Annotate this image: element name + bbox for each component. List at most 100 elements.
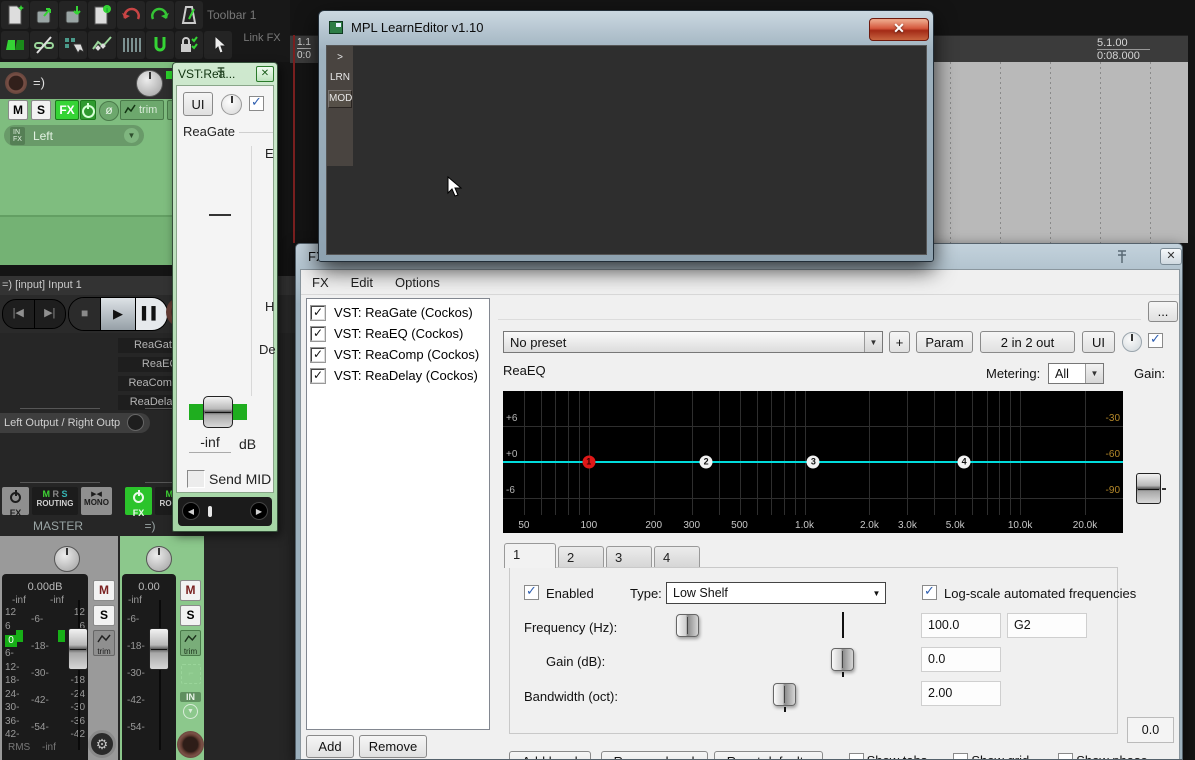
- fx-enabled-checkbox[interactable]: ✓: [310, 304, 326, 321]
- pointer-button[interactable]: [204, 31, 232, 59]
- record-arm-button[interactable]: [5, 72, 27, 94]
- track-fx-button[interactable]: FX: [125, 487, 152, 518]
- master-mono-button[interactable]: ▶◀ MONO: [81, 487, 112, 515]
- fx-enabled-checkbox[interactable]: ✓: [310, 346, 326, 363]
- band-tab-4[interactable]: 4: [654, 546, 700, 567]
- scroll-right-icon[interactable]: ▶: [250, 502, 268, 520]
- master-volume-fader[interactable]: [68, 628, 88, 670]
- band-enabled-checkbox[interactable]: ✓: [524, 585, 539, 600]
- close-button[interactable]: ✕: [869, 18, 929, 41]
- ui-button[interactable]: UI: [1082, 331, 1115, 353]
- master-trim-button[interactable]: trim: [93, 630, 115, 656]
- eq-band-handle[interactable]: 2: [699, 455, 713, 469]
- fx-chain-list[interactable]: ✓ VST: ReaGate (Cockos) ✓ VST: ReaEQ (Cocko…: [306, 298, 490, 730]
- master-strip-label[interactable]: MASTER: [10, 519, 106, 533]
- save-preset-button[interactable]: +: [889, 331, 910, 353]
- wet-dry-knob[interactable]: [1122, 332, 1142, 352]
- fx-chain-item[interactable]: ✓ VST: ReaComp (Cockos): [307, 344, 489, 365]
- eq-band-handle[interactable]: 1: [582, 455, 596, 469]
- grid-edit-button[interactable]: [59, 31, 87, 59]
- metronome-button[interactable]: [175, 1, 203, 29]
- master-settings-button[interactable]: ⚙: [88, 730, 116, 758]
- track-pan-knob[interactable]: [146, 546, 172, 572]
- redo-button[interactable]: [146, 1, 174, 29]
- solo-button[interactable]: S: [31, 100, 51, 120]
- grid-button[interactable]: [117, 31, 145, 59]
- save-project-button[interactable]: [59, 1, 87, 29]
- chevron-down-icon[interactable]: ▼: [1085, 364, 1103, 383]
- fx-chain-item[interactable]: ✓ VST: ReaEQ (Cockos): [307, 323, 489, 344]
- log-scale-checkbox[interactable]: ✓: [922, 585, 937, 600]
- master-volume-readout[interactable]: 0.00dB: [2, 581, 88, 593]
- scroll-thumb[interactable]: [208, 506, 212, 517]
- ripple-edit-button[interactable]: [30, 31, 58, 59]
- output-route-row[interactable]: Left Output / Right Outp: [0, 413, 150, 433]
- fx-bypass-button[interactable]: [80, 100, 96, 120]
- fx-button[interactable]: FX: [55, 100, 79, 120]
- previous-button[interactable]: |◀: [3, 300, 35, 328]
- fx-enabled-checkbox[interactable]: ✓: [310, 367, 326, 384]
- project-info-button[interactable]: i: [88, 1, 116, 29]
- send-knob[interactable]: [127, 414, 144, 431]
- show-grid-checkbox[interactable]: [953, 753, 969, 759]
- close-button[interactable]: ✕: [1160, 248, 1182, 265]
- more-button[interactable]: ...: [1148, 301, 1178, 322]
- channel-row[interactable]: IN FX Left ▼: [4, 125, 144, 146]
- track-volume-knob[interactable]: [136, 70, 163, 97]
- master-routing-button[interactable]: M R S ROUTING: [32, 487, 78, 515]
- mpl-titlebar[interactable]: MPL LearnEditor v1.10 ✕: [319, 11, 933, 45]
- band-gain-value-field[interactable]: 0.0: [921, 647, 1001, 672]
- media-item-button[interactable]: [1, 31, 29, 59]
- master-mute-button[interactable]: M: [93, 580, 115, 601]
- show-tabs-checkbox[interactable]: [848, 753, 864, 759]
- menu-options[interactable]: Options: [395, 275, 440, 290]
- track-env-button[interactable]: ⌐: [181, 664, 201, 684]
- filter-type-combo[interactable]: Low Shelf ▼: [666, 582, 886, 604]
- track-input-button[interactable]: IN ▼: [180, 692, 201, 728]
- lock-button[interactable]: [175, 31, 203, 59]
- gate-level-slider[interactable]: [203, 396, 233, 428]
- link-fx-button[interactable]: Link FX: [242, 33, 282, 44]
- track-record-arm-button[interactable]: [177, 731, 204, 758]
- preset-combo[interactable]: No preset ▼: [503, 331, 883, 353]
- menu-edit[interactable]: Edit: [351, 275, 373, 290]
- metering-combo[interactable]: All ▼: [1048, 363, 1104, 384]
- send-midi-checkbox[interactable]: [187, 470, 205, 488]
- stop-button[interactable]: ■: [69, 298, 101, 330]
- trim-envelope-button[interactable]: trim: [120, 100, 164, 120]
- plugin-enabled-checkbox[interactable]: ✓: [249, 96, 264, 111]
- eq-graph[interactable]: +6 +0 -6 -30 -60 -90 50 100 200 300 500 1.0k 2.0k 3.0…: [503, 391, 1123, 533]
- add-band-button[interactable]: Add band: [509, 751, 591, 759]
- mpl-sidebar-mod[interactable]: MOD: [328, 90, 352, 108]
- band-gain-slider[interactable]: [831, 648, 854, 671]
- fx-enabled-checkbox[interactable]: ✓: [1148, 333, 1163, 348]
- new-project-button[interactable]: [1, 1, 29, 29]
- master-pan-knob[interactable]: [54, 546, 80, 572]
- io-button[interactable]: 2 in 2 out: [980, 331, 1075, 353]
- band-tab-2[interactable]: 2: [558, 546, 604, 567]
- master-fx-button[interactable]: FX: [2, 487, 29, 518]
- reset-defaults-button[interactable]: Reset defaults: [713, 751, 823, 759]
- master-solo-button[interactable]: S: [93, 605, 115, 626]
- track-solo-button[interactable]: S: [180, 605, 201, 626]
- band-tab-3[interactable]: 3: [606, 546, 652, 567]
- fx-enabled-checkbox[interactable]: ✓: [310, 325, 326, 342]
- mpl-sidebar-[interactable]: >: [328, 50, 352, 66]
- open-project-button[interactable]: [30, 1, 58, 29]
- remove-band-button[interactable]: Remove band: [600, 751, 708, 759]
- toolbar-1-button[interactable]: Toolbar 1: [207, 8, 256, 22]
- chevron-down-icon[interactable]: ▼: [124, 128, 139, 143]
- pin-icon[interactable]: [216, 66, 226, 79]
- ui-button[interactable]: UI: [183, 92, 213, 116]
- gate-value-field[interactable]: -inf: [189, 434, 231, 453]
- scroll-left-icon[interactable]: ◀: [182, 502, 200, 520]
- add-fx-button[interactable]: Add: [306, 735, 354, 758]
- track-strip-label[interactable]: =): [125, 519, 175, 533]
- frequency-note-field[interactable]: G2: [1007, 613, 1087, 638]
- track-mute-button[interactable]: M: [180, 580, 201, 601]
- vst-float-titlebar[interactable]: VST:Rea... ✕: [173, 63, 277, 86]
- undo-button[interactable]: [117, 1, 145, 29]
- snap-button[interactable]: [146, 31, 174, 59]
- chevron-down-icon[interactable]: ▼: [864, 332, 882, 352]
- play-button[interactable]: ▶: [100, 298, 135, 330]
